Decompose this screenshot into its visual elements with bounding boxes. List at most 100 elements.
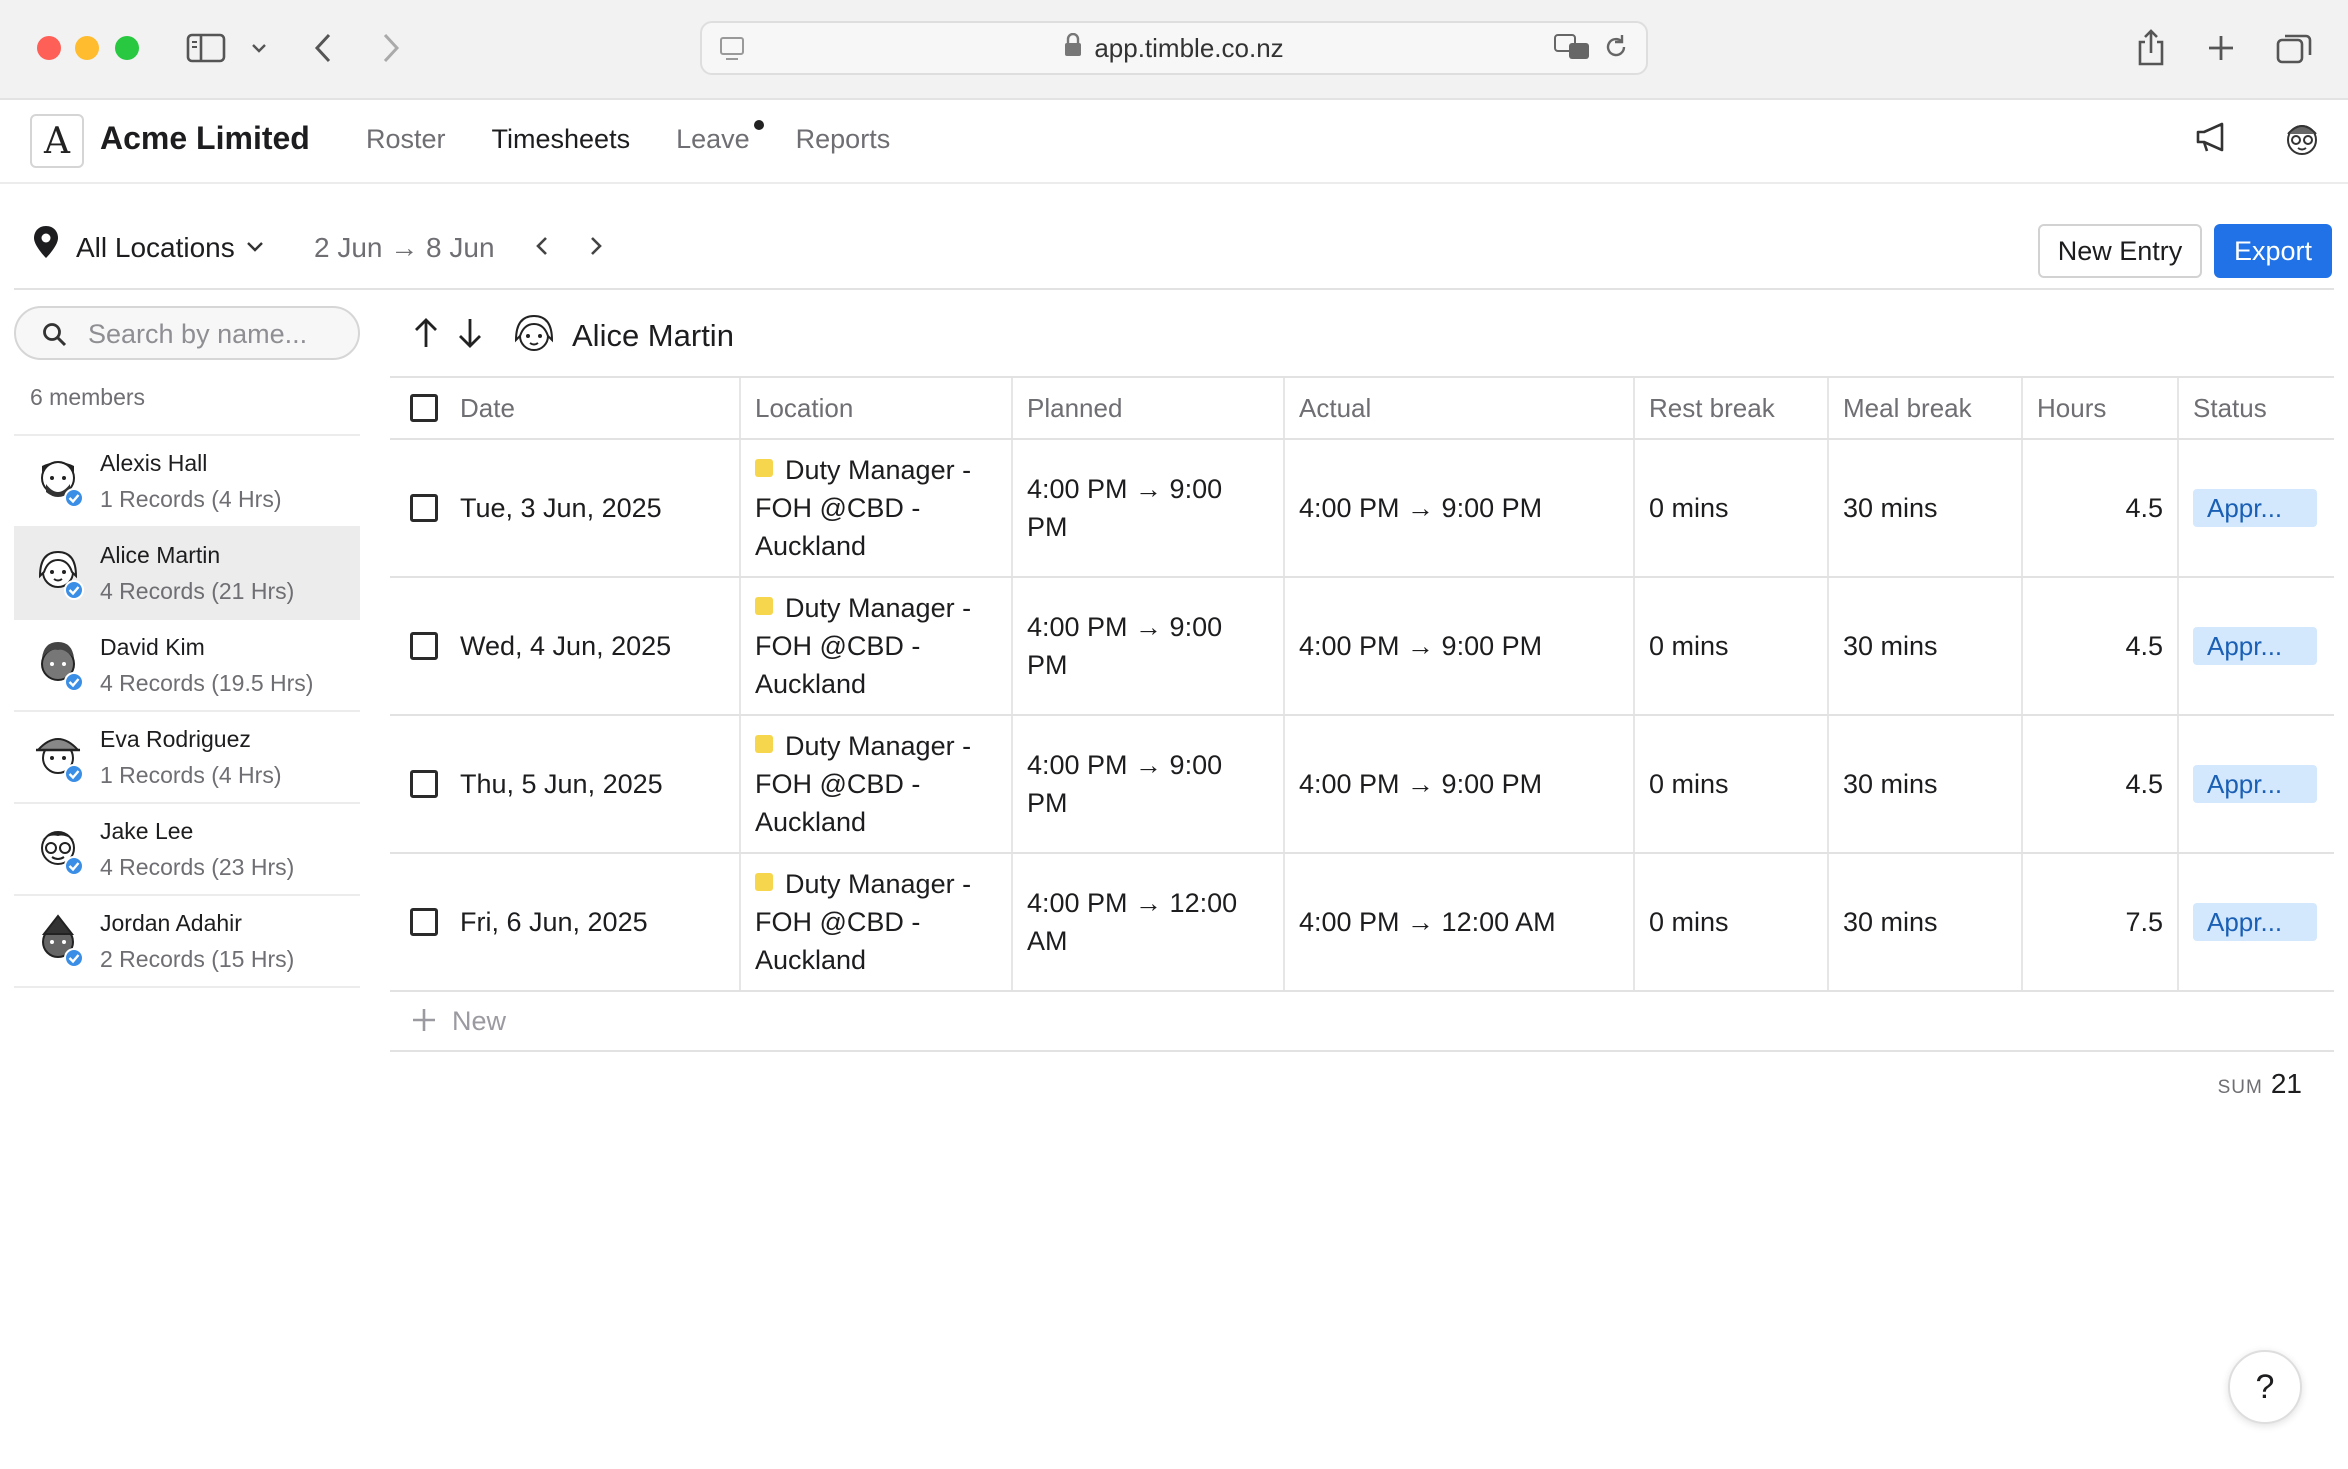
row-meal-break[interactable]: 30 mins <box>1827 715 2022 854</box>
row-meal-break[interactable]: 30 mins <box>1827 577 2022 716</box>
row-hours: 4.5 <box>2021 577 2178 716</box>
column-header-hours[interactable]: Hours <box>2021 376 2178 440</box>
minimize-window-button[interactable] <box>75 36 99 60</box>
row-planned[interactable]: 4:00 PM → 9:00 PM <box>1011 577 1284 716</box>
status-badge[interactable]: Appr... <box>2193 489 2317 527</box>
member-item[interactable]: David Kim 4 Records (19.5 Hrs) <box>14 620 360 712</box>
row-location[interactable]: Duty Manager - FOH @CBD - Auckland <box>739 853 1012 992</box>
row-planned[interactable]: 4:00 PM → 9:00 PM <box>1011 439 1284 578</box>
column-header-location[interactable]: Location <box>739 376 1012 440</box>
previous-week-icon[interactable] <box>534 234 550 263</box>
status-badge[interactable]: Appr... <box>2193 903 2317 941</box>
search-input[interactable] <box>88 318 348 350</box>
member-item[interactable]: Eva Rodriguez 1 Records (4 Hrs) <box>14 712 360 804</box>
row-actual[interactable]: 4:00 PM → 9:00 PM <box>1283 439 1634 578</box>
address-bar[interactable]: app.timble.co.nz <box>700 21 1648 75</box>
table-row[interactable]: Tue, 3 Jun, 2025 Duty Manager - FOH @CBD… <box>390 439 2334 578</box>
member-avatar <box>35 738 84 784</box>
row-checkbox[interactable] <box>410 770 438 798</box>
sum-label: SUM <box>2217 1077 2263 1098</box>
member-item[interactable]: Alice Martin 4 Records (21 Hrs) <box>14 528 360 620</box>
row-planned[interactable]: 4:00 PM → 12:00 AM <box>1011 853 1284 992</box>
nav-timesheets[interactable]: Timesheets <box>492 124 631 155</box>
nav-reports[interactable]: Reports <box>796 124 891 155</box>
plus-icon <box>410 1006 438 1039</box>
nav-leave[interactable]: Leave <box>676 120 764 155</box>
column-header-actual[interactable]: Actual <box>1283 376 1634 440</box>
company-logo[interactable]: A <box>30 114 84 168</box>
location-color-tag <box>755 459 773 477</box>
previous-person-icon[interactable] <box>412 316 440 355</box>
new-row-label: New <box>452 1006 507 1036</box>
table-row[interactable]: Thu, 5 Jun, 2025 Duty Manager - FOH @CBD… <box>390 715 2334 854</box>
close-window-button[interactable] <box>37 36 61 60</box>
app-header: A Acme Limited Roster Timesheets Leave R… <box>0 100 2348 184</box>
row-date: Fri, 6 Jun, 2025 <box>460 907 648 937</box>
new-entry-button[interactable]: New Entry <box>2038 224 2202 278</box>
megaphone-icon[interactable] <box>2194 120 2228 159</box>
share-icon[interactable] <box>2134 24 2168 72</box>
row-rest-break[interactable]: 0 mins <box>1633 715 1828 854</box>
row-location[interactable]: Duty Manager - FOH @CBD - Auckland <box>739 439 1012 578</box>
new-tab-icon[interactable] <box>2204 24 2238 72</box>
column-header-date[interactable]: Date <box>390 376 740 440</box>
forward-arrow-icon[interactable] <box>376 24 406 72</box>
member-records: 1 Records (4 Hrs) <box>100 762 282 788</box>
help-button[interactable]: ? <box>2228 1350 2302 1424</box>
row-checkbox[interactable] <box>410 632 438 660</box>
chevron-down-icon[interactable] <box>246 240 264 258</box>
member-item[interactable]: Jake Lee 4 Records (23 Hrs) <box>14 804 360 896</box>
user-avatar[interactable] <box>2280 116 2324 165</box>
location-selector[interactable]: All Locations <box>76 232 235 264</box>
row-actual[interactable]: 4:00 PM → 9:00 PM <box>1283 577 1634 716</box>
tab-overview-icon[interactable] <box>2274 24 2314 72</box>
back-arrow-icon[interactable] <box>308 24 338 72</box>
column-header-planned[interactable]: Planned <box>1011 376 1284 440</box>
hours-sum: SUM 21 <box>2080 1068 2302 1100</box>
row-checkbox[interactable] <box>410 494 438 522</box>
lock-icon <box>1064 32 1082 64</box>
row-actual[interactable]: 4:00 PM → 9:00 PM <box>1283 715 1634 854</box>
member-item[interactable]: Jordan Adahir 2 Records (15 Hrs) <box>14 896 360 988</box>
status-badge[interactable]: Appr... <box>2193 765 2317 803</box>
row-meal-break[interactable]: 30 mins <box>1827 853 2022 992</box>
chevron-down-icon[interactable] <box>246 24 272 72</box>
reload-icon[interactable] <box>1602 33 1630 68</box>
row-rest-break[interactable]: 0 mins <box>1633 439 1828 578</box>
row-planned[interactable]: 4:00 PM → 9:00 PM <box>1011 715 1284 854</box>
next-person-icon[interactable] <box>456 316 484 355</box>
row-location-label: Duty Manager - FOH @CBD - Auckland <box>755 455 972 561</box>
select-all-checkbox[interactable] <box>410 394 438 422</box>
row-location[interactable]: Duty Manager - FOH @CBD - Auckland <box>739 577 1012 716</box>
export-button[interactable]: Export <box>2214 224 2332 278</box>
column-header-status[interactable]: Status <box>2177 376 2334 440</box>
member-name: Alice Martin <box>100 542 221 568</box>
next-week-icon[interactable] <box>588 234 604 263</box>
column-header-meal-break[interactable]: Meal break <box>1827 376 2022 440</box>
table-row[interactable]: Wed, 4 Jun, 2025 Duty Manager - FOH @CBD… <box>390 577 2334 716</box>
search-box[interactable] <box>14 306 360 360</box>
translate-icon[interactable] <box>1554 33 1590 68</box>
row-location[interactable]: Duty Manager - FOH @CBD - Auckland <box>739 715 1012 854</box>
row-actual[interactable]: 4:00 PM → 12:00 AM <box>1283 853 1634 992</box>
row-hours: 7.5 <box>2021 853 2178 992</box>
column-header-rest-break[interactable]: Rest break <box>1633 376 1828 440</box>
member-avatar <box>41 461 84 508</box>
status-badge[interactable]: Appr... <box>2193 627 2317 665</box>
member-name: Alexis Hall <box>100 450 208 476</box>
add-new-row[interactable]: New <box>390 990 2334 1052</box>
sidebar-toggle-icon[interactable] <box>184 24 228 72</box>
row-meal-break[interactable]: 30 mins <box>1827 439 2022 578</box>
row-date: Tue, 3 Jun, 2025 <box>460 493 662 523</box>
row-rest-break[interactable]: 0 mins <box>1633 853 1828 992</box>
member-records: 4 Records (23 Hrs) <box>100 854 295 880</box>
member-records: 4 Records (19.5 Hrs) <box>100 670 314 696</box>
zoom-window-button[interactable] <box>115 36 139 60</box>
row-rest-break[interactable]: 0 mins <box>1633 577 1828 716</box>
search-icon <box>42 322 68 353</box>
nav-roster[interactable]: Roster <box>366 124 446 155</box>
table-row[interactable]: Fri, 6 Jun, 2025 Duty Manager - FOH @CBD… <box>390 853 2334 992</box>
date-range[interactable]: 2 Jun → 8 Jun <box>314 232 495 264</box>
member-item[interactable]: Alexis Hall 1 Records (4 Hrs) <box>14 436 360 528</box>
row-checkbox[interactable] <box>410 908 438 936</box>
